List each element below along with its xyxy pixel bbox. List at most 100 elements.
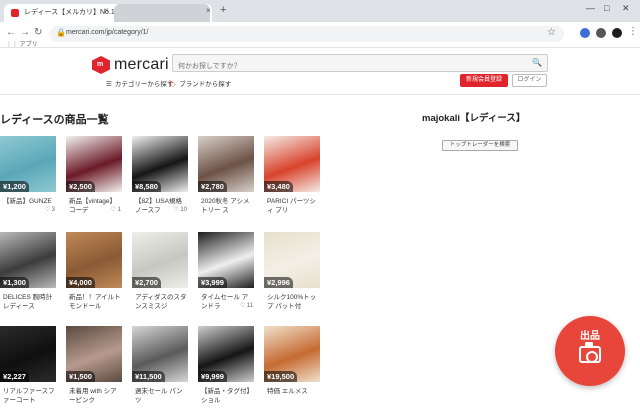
item-thumbnail[interactable]: ¥1,200 — [0, 136, 56, 192]
item-card[interactable]: ¥3,480 PARICI パーツシィ プリ — [264, 136, 320, 224]
minimize-icon[interactable]: — — [586, 3, 595, 13]
item-card[interactable]: ¥2,700 アディダスのスタンスミスジ — [132, 232, 188, 320]
site-header: m mercari 🔍 ☰カテゴリーから探す 🏷ブランドから探す 新規会員登録 … — [0, 49, 640, 95]
mercari-logo[interactable]: m mercari — [92, 55, 169, 75]
maximize-icon[interactable]: □ — [604, 3, 609, 13]
like-count: 1 — [117, 207, 121, 213]
login-button[interactable]: ログイン — [512, 74, 547, 87]
item-price: ¥2,700 — [132, 277, 161, 288]
item-likes: ♡ 11 — [240, 302, 253, 309]
like-count: 3 — [51, 207, 55, 213]
mercari-logo-mark-icon: m — [92, 56, 110, 74]
item-card[interactable]: ¥19,500 特価 エルメス — [264, 326, 320, 414]
new-tab-button[interactable]: + — [220, 4, 226, 16]
item-card[interactable]: ¥1,500 未着用 with シアーピンク — [66, 326, 122, 414]
like-count: 11 — [246, 303, 253, 309]
tag-icon: 🏷 — [168, 81, 177, 88]
item-thumbnail[interactable]: ¥2,700 — [132, 232, 188, 288]
item-price: ¥2,227 — [0, 371, 29, 382]
bookmarks-bar: ⋮⋮ アプリ — [0, 37, 640, 49]
item-card[interactable]: ¥1,200 【新品】GUNZE ♡ 3 — [0, 136, 56, 224]
item-thumbnail[interactable]: ¥1,500 — [66, 326, 122, 382]
sell-label: 出品 — [580, 331, 600, 342]
apps-shortcut[interactable]: ⋮⋮ アプリ — [6, 39, 38, 48]
apps-grid-icon: ⋮⋮ — [6, 42, 20, 48]
sidebar-title: majokali【レディース】 — [422, 113, 526, 124]
item-thumbnail[interactable]: ¥2,500 — [66, 136, 122, 192]
browser-tab-bar: レディース【メルカリ】No.1フリマ × × + — □ ✕ — [0, 0, 640, 22]
list-icon: ☰ — [106, 81, 112, 88]
search-icon[interactable]: 🔍 — [532, 58, 542, 67]
item-price: ¥4,000 — [66, 277, 95, 288]
sell-button[interactable]: 出品 — [555, 316, 625, 386]
heart-icon: ♡ — [44, 207, 52, 213]
item-title[interactable]: 【新品・タグ付】ショル — [201, 387, 253, 405]
browser-tab-other[interactable] — [114, 4, 210, 22]
item-title[interactable]: シルク100%トップ パット付 — [267, 293, 319, 311]
item-thumbnail[interactable]: ¥2,996 — [264, 232, 320, 288]
heart-icon: ♡ — [110, 207, 118, 213]
signup-button[interactable]: 新規会員登録 — [460, 74, 508, 87]
item-title[interactable]: 週末セール パンツ — [135, 387, 187, 405]
item-title[interactable]: リアルファースファーコート — [3, 387, 55, 405]
item-price: ¥19,500 — [264, 371, 298, 382]
heart-icon: ♡ — [239, 303, 247, 309]
item-thumbnail[interactable]: ¥2,227 — [0, 326, 56, 382]
page-title: レディースの商品一覧 — [0, 114, 109, 126]
item-card[interactable]: ¥2,780 2020秋冬 アシメトリー ス — [198, 136, 254, 224]
item-price: ¥8,580 — [132, 181, 161, 192]
item-price: ¥9,999 — [198, 371, 227, 382]
url-text: mercari.com/jp/category/1/ — [66, 29, 149, 36]
item-title[interactable]: アディダスのスタンスミスジ — [135, 293, 187, 311]
lock-icon: 🔒 — [56, 28, 66, 37]
category-link[interactable]: ☰ カテゴリーから探す — [106, 78, 173, 88]
item-card[interactable]: ¥11,500 週末セール パンツ — [132, 326, 188, 414]
top-trader-search-button[interactable]: トップトレーダーを検索 — [442, 140, 518, 151]
item-price: ¥1,200 — [0, 181, 29, 192]
item-price: ¥3,999 — [198, 277, 227, 288]
item-card[interactable]: ¥9,999 【新品・タグ付】ショル — [198, 326, 254, 414]
item-title[interactable]: DELICES 腕時計 レディース — [3, 293, 55, 311]
search-box: 🔍 — [172, 54, 548, 75]
item-price: ¥2,780 — [198, 181, 227, 192]
item-card[interactable]: ¥1,300 DELICES 腕時計 レディース — [0, 232, 56, 320]
tab-close-icon-other[interactable]: × — [206, 6, 211, 15]
item-thumbnail[interactable]: ¥9,999 — [198, 326, 254, 382]
item-thumbnail[interactable]: ¥4,000 — [66, 232, 122, 288]
item-likes: ♡ 1 — [111, 206, 121, 213]
item-thumbnail[interactable]: ¥3,480 — [264, 136, 320, 192]
close-window-icon[interactable]: ✕ — [622, 3, 630, 14]
item-thumbnail[interactable]: ¥1,300 — [0, 232, 56, 288]
item-card[interactable]: ¥3,999 タイムセール アンドラ ♡ 11 — [198, 232, 254, 320]
brand-link[interactable]: 🏷 ブランドから探す — [168, 78, 231, 88]
item-card[interactable]: ¥8,580 【8Z】USA規格 ノースフ ♡ 10 — [132, 136, 188, 224]
camera-icon — [579, 342, 601, 363]
tab-close-icon[interactable]: × — [104, 6, 109, 15]
item-thumbnail[interactable]: ¥19,500 — [264, 326, 320, 382]
item-title[interactable]: 未着用 with シアーピンク — [69, 387, 121, 405]
item-title[interactable]: PARICI パーツシィ プリ — [267, 197, 319, 215]
item-card[interactable]: ¥2,227 リアルファースファーコート — [0, 326, 56, 414]
item-likes: ♡ 10 — [173, 206, 187, 213]
item-price: ¥11,500 — [132, 371, 165, 382]
item-card[interactable]: ¥2,996 シルク100%トップ パット付 — [264, 232, 320, 320]
item-thumbnail[interactable]: ¥8,580 — [132, 136, 188, 192]
item-thumbnail[interactable]: ¥3,999 — [198, 232, 254, 288]
item-price: ¥2,996 — [264, 277, 293, 288]
menu-kebab-icon[interactable]: ⋮ — [628, 26, 638, 37]
item-price: ¥3,480 — [264, 181, 293, 192]
item-thumbnail[interactable]: ¥11,500 — [132, 326, 188, 382]
item-title[interactable]: 新品！！アイルトモンドール — [69, 293, 121, 311]
item-title[interactable]: 特価 エルメス — [267, 387, 319, 405]
item-price: ¥2,500 — [66, 181, 95, 192]
item-card[interactable]: ¥2,500 新品【vintage】コーデ ♡ 1 — [66, 136, 122, 224]
item-grid: ¥1,200 【新品】GUNZE ♡ 3 ¥2,500 新品【vintage】コーデ ♡ … — [0, 136, 330, 406]
item-card[interactable]: ¥4,000 新品！！アイルトモンドール — [66, 232, 122, 320]
item-price: ¥1,300 — [0, 277, 29, 288]
item-price: ¥1,500 — [66, 371, 95, 382]
item-thumbnail[interactable]: ¥2,780 — [198, 136, 254, 192]
search-input[interactable] — [173, 58, 513, 75]
like-count: 10 — [180, 207, 187, 213]
item-title[interactable]: 2020秋冬 アシメトリー ス — [201, 197, 253, 215]
logo-text: mercari — [114, 56, 169, 73]
